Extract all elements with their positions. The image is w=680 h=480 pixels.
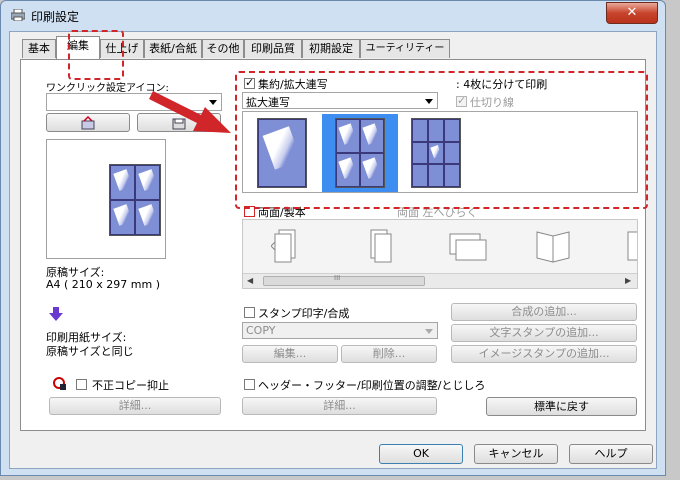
scroll-left-icon[interactable]: ◀	[247, 276, 253, 285]
copy-guard-label: 不正コピー抑止	[92, 379, 169, 392]
booklet-icon[interactable]	[533, 226, 573, 268]
print-settings-window: 印刷設定 ✕ 基本 編集 仕上げ 表紙/合紙 その他 印刷品質 初期設定 ユーテ…	[0, 0, 666, 476]
stamp-combo[interactable]: COPY	[242, 322, 438, 339]
preview-page	[109, 164, 161, 236]
close-button[interactable]: ✕	[606, 2, 658, 24]
chevron-down-icon	[425, 329, 433, 334]
horizontal-scrollbar[interactable]: ◀ III ▶	[243, 273, 637, 288]
printer-icon	[11, 9, 25, 21]
preview-tile	[135, 165, 160, 200]
binding-left-icon[interactable]	[271, 228, 299, 264]
scroll-right-icon[interactable]: ▶	[625, 276, 631, 285]
add-overlay-button[interactable]: 合成の追加...	[451, 303, 637, 321]
window-title: 印刷設定	[31, 10, 80, 24]
stamp-label: スタンプ印字/合成	[258, 307, 350, 320]
binding-right-icon[interactable]	[367, 228, 395, 264]
help-button[interactable]: ヘルプ	[569, 444, 653, 464]
stamp-combo-value: COPY	[246, 324, 276, 337]
tab-highlight-box	[68, 30, 124, 80]
preview-tile	[110, 165, 135, 200]
tab-cover[interactable]: 表紙/合紙	[144, 39, 202, 58]
reset-defaults-button[interactable]: 標準に戻す	[486, 397, 637, 416]
stamp-edit-button[interactable]: 編集...	[242, 345, 338, 363]
copy-guard-checkbox[interactable]	[76, 379, 87, 390]
cancel-button[interactable]: キャンセル	[474, 444, 558, 464]
pointer-arrow-icon	[149, 91, 231, 133]
copy-guard-detail-button[interactable]: 詳細...	[49, 397, 221, 415]
original-size-value: A4 ( 210 x 297 mm )	[46, 278, 161, 291]
tab-quality[interactable]: 印刷品質	[244, 39, 302, 58]
tab-utility[interactable]: ユーティリティー	[360, 39, 450, 58]
layout-preview	[46, 139, 166, 259]
tab-other[interactable]: その他	[202, 39, 244, 58]
one-click-apply-button[interactable]	[46, 113, 130, 132]
add-image-stamp-button[interactable]: イメージスタンプの追加...	[451, 345, 637, 363]
stamp-checkbox[interactable]	[244, 307, 255, 318]
header-footer-checkbox[interactable]	[244, 379, 255, 390]
preview-tile	[135, 200, 160, 235]
tab-basic[interactable]: 基本	[22, 39, 56, 58]
header-footer-detail-button[interactable]: 詳細...	[242, 397, 437, 415]
add-text-stamp-button[interactable]: 文字スタンプの追加...	[451, 324, 637, 342]
header-footer-label: ヘッダー・フッター/印刷位置の調整/とじしろ	[258, 379, 486, 392]
preview-tile	[110, 200, 135, 235]
paper-size-value: 原稿サイズと同じ	[46, 345, 134, 358]
copy-guard-icon	[53, 377, 66, 390]
binding-top-icon[interactable]	[448, 226, 488, 264]
nup-highlight-box	[235, 71, 648, 209]
arrow-down-icon	[49, 307, 63, 321]
tab-defaults[interactable]: 初期設定	[302, 39, 360, 58]
title-bar: 印刷設定 ✕	[1, 1, 665, 31]
binding-more-icon[interactable]	[626, 226, 638, 268]
one-click-icon	[81, 115, 95, 130]
stamp-delete-button[interactable]: 削除...	[341, 345, 437, 363]
scroll-grip: III	[334, 274, 341, 282]
scrollbar-thumb[interactable]: III	[263, 274, 425, 286]
ok-button[interactable]: OK	[379, 444, 463, 464]
binding-options-list: ◀ III ▶	[242, 219, 638, 289]
